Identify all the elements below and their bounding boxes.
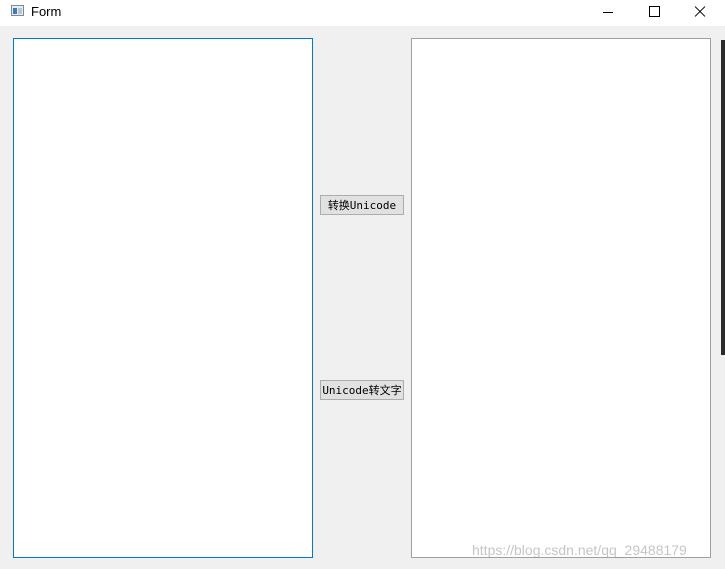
minimize-button[interactable]: [585, 0, 631, 26]
maximize-button[interactable]: [631, 0, 677, 26]
window-title: Form: [31, 4, 62, 19]
source-text-input[interactable]: [13, 38, 313, 558]
title-bar[interactable]: Form: [0, 0, 725, 26]
form-window-icon: [11, 5, 24, 16]
convert-to-unicode-button[interactable]: 转换Unicode: [320, 195, 404, 215]
window-edge-scrollbar: [721, 40, 725, 355]
unicode-to-text-button[interactable]: Unicode转文字: [320, 380, 404, 400]
watermark-text: https://blog.csdn.net/qq_29488179: [472, 542, 687, 558]
result-text-output[interactable]: [411, 38, 711, 558]
close-button[interactable]: [677, 0, 723, 26]
